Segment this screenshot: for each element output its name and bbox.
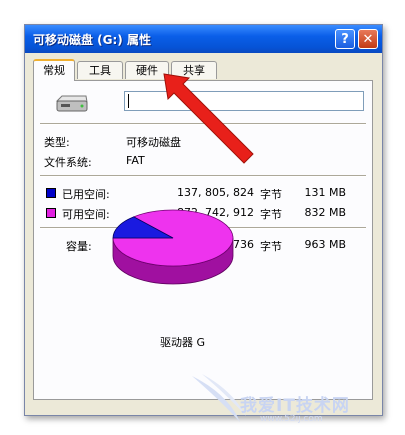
used-space-unit: 字节 (260, 188, 282, 201)
tab-hardware[interactable]: 硬件 (125, 61, 169, 79)
capacity-size: 963 MB (304, 238, 346, 251)
divider (40, 175, 366, 177)
tab-sharing[interactable]: 共享 (171, 61, 217, 79)
title-bar[interactable]: 可移动磁盘 (G:) 属性 ? ✕ (25, 25, 382, 53)
watermark-text: 我爱IT技术网 (240, 396, 350, 416)
filesystem-label: 文件系统: (44, 156, 92, 169)
capacity-unit: 字节 (260, 240, 282, 253)
used-space-size: 131 MB (304, 186, 346, 199)
volume-name-input[interactable] (124, 91, 364, 111)
free-space-swatch (46, 208, 56, 218)
divider (40, 123, 366, 125)
capacity-label: 容量: (66, 240, 92, 253)
type-value: 可移动磁盘 (126, 136, 181, 149)
drive-label: 驱动器 G (160, 336, 206, 349)
help-button[interactable]: ? (335, 29, 355, 49)
used-space-bytes: 137, 805, 824 (177, 186, 254, 199)
disk-usage-pie (112, 209, 234, 285)
filesystem-value: FAT (126, 154, 145, 167)
used-space-label: 已用空间: (62, 188, 110, 201)
window-title: 可移动磁盘 (G:) 属性 (33, 33, 151, 47)
text-caret (128, 94, 129, 108)
tab-strip: 常规 工具 硬件 共享 (25, 59, 382, 81)
watermark-url: www.52ij.com (260, 414, 323, 424)
type-label: 类型: (44, 136, 70, 149)
free-space-size: 832 MB (304, 206, 346, 219)
close-button[interactable]: ✕ (358, 29, 378, 49)
removable-drive-icon (55, 95, 88, 112)
tab-general[interactable]: 常规 (33, 59, 75, 81)
free-space-unit: 字节 (260, 208, 282, 221)
free-space-label: 可用空间: (62, 208, 110, 221)
used-space-swatch (46, 188, 56, 198)
tab-tools[interactable]: 工具 (77, 61, 123, 79)
